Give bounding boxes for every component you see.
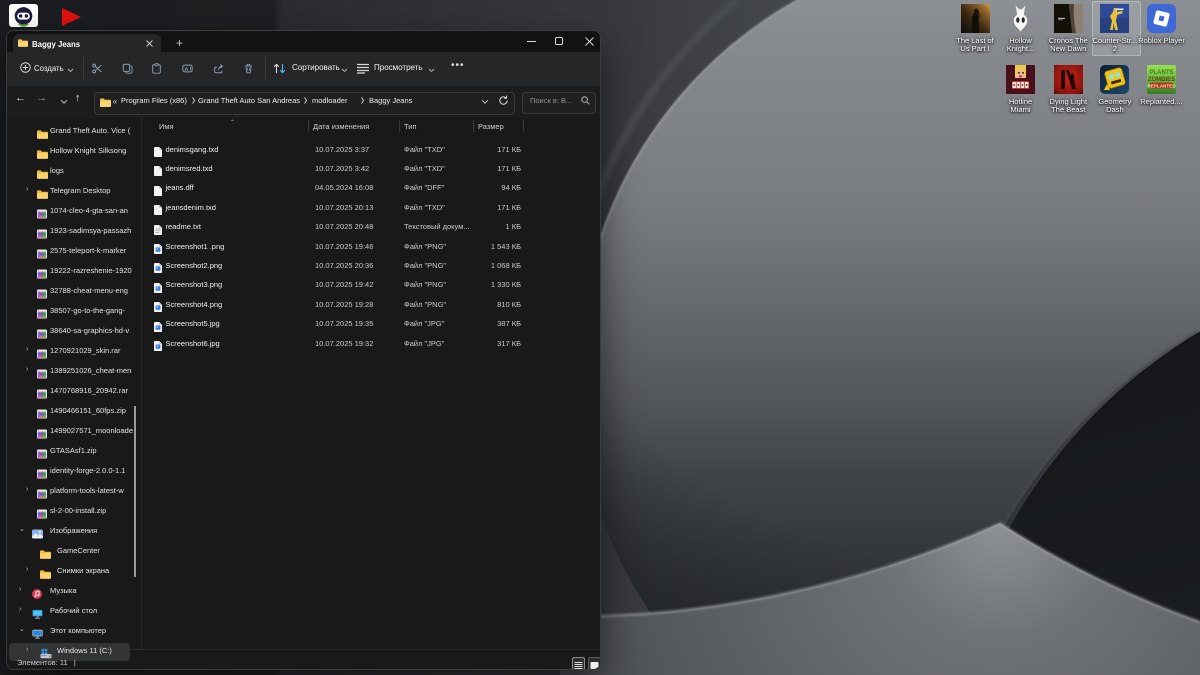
svg-text:PLANTS: PLANTS bbox=[1150, 70, 1174, 76]
svg-text:ZOMBIES: ZOMBIES bbox=[1148, 77, 1175, 83]
svg-text:A: A bbox=[185, 67, 189, 73]
svg-text:REPLANTED: REPLANTED bbox=[1147, 84, 1176, 89]
